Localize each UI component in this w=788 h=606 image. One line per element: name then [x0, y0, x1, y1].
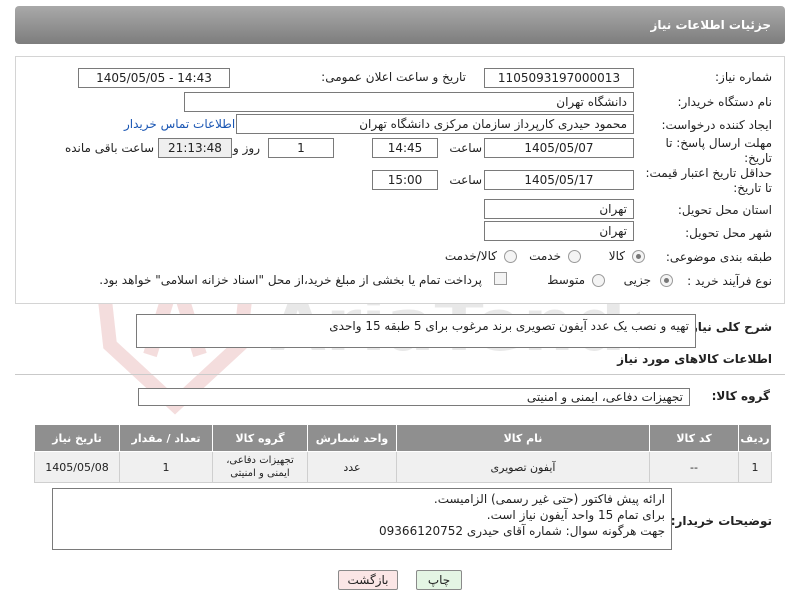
page-title: جزئیات اطلاعات نیاز	[650, 18, 771, 32]
treasury-docs-checkbox[interactable]	[494, 272, 507, 285]
process-type-label: نوع فرآیند خرید :	[687, 274, 772, 288]
col-name: نام کالا	[396, 424, 650, 452]
buyer-notes-line-1: ارائه پیش فاکتور (حتی غیر رسمی) الزامیست…	[433, 492, 665, 506]
province-label: استان محل تحویل:	[677, 203, 772, 217]
creator-label: ایجاد کننده درخواست:	[661, 118, 772, 132]
goods-group-label: گروه کالا:	[711, 389, 770, 403]
table-row: 1 -- آیفون تصویری عدد تجهیزات دفاعی، ایم…	[34, 451, 772, 483]
goods-section-divider	[15, 374, 785, 375]
price-validity-label: حداقل تاریخ اعتبار قیمت: تا تاریخ:	[645, 166, 772, 195]
creator-field[interactable]: محمود حیدری کارپرداز سازمان مرکزی دانشگا…	[236, 114, 634, 134]
category-goods-radio[interactable]	[632, 250, 645, 263]
city-field[interactable]: تهران	[484, 221, 634, 241]
announce-datetime-field[interactable]: 1405/05/05 - 14:43	[78, 68, 230, 88]
reply-date-field[interactable]: 1405/05/07	[484, 138, 634, 158]
category-service-radio[interactable]	[568, 250, 581, 263]
remaining-days-field[interactable]: 1	[268, 138, 334, 158]
goods-group-field[interactable]: تجهیزات دفاعی، ایمنی و امنیتی	[138, 388, 690, 406]
process-medium-label: متوسط	[547, 273, 585, 287]
print-button[interactable]: چاپ	[416, 570, 462, 590]
price-validity-time-field[interactable]: 15:00	[372, 170, 438, 190]
goods-table-header: ردیف کد کالا نام کالا واحد شمارش گروه کا…	[34, 424, 772, 452]
col-quantity: تعداد / مقدار	[119, 424, 213, 452]
back-button[interactable]: بازگشت	[338, 570, 398, 590]
buyer-org-field[interactable]: دانشگاه تهران	[184, 92, 634, 112]
buyer-org-label: نام دستگاه خریدار:	[677, 95, 773, 109]
process-medium-radio[interactable]	[592, 274, 605, 287]
col-code: کد کالا	[649, 424, 739, 452]
col-unit: واحد شمارش	[307, 424, 397, 452]
goods-section-title: اطلاعات کالاهای مورد نیاز	[617, 352, 772, 366]
summary-textarea[interactable]: تهیه و نصب یک عدد آیفون تصویری برند مرغو…	[136, 314, 696, 348]
category-goods-label: کالا	[608, 249, 625, 263]
col-group: گروه کالا	[212, 424, 308, 452]
need-number-field[interactable]: 1105093197000013	[484, 68, 634, 88]
remaining-time-field: 21:13:48	[158, 138, 232, 158]
cell-code: --	[649, 451, 739, 483]
cell-name: آیفون تصویری	[396, 451, 650, 483]
goods-table: ردیف کد کالا نام کالا واحد شمارش گروه کا…	[34, 424, 772, 483]
province-field[interactable]: تهران	[484, 199, 634, 219]
col-row: ردیف	[738, 424, 772, 452]
reply-deadline-label: مهلت ارسال پاسخ: تا تاریخ:	[665, 136, 772, 165]
col-need-date: تاریخ نیاز	[34, 424, 120, 452]
reply-time-field[interactable]: 14:45	[372, 138, 438, 158]
need-number-label: شماره نیاز:	[715, 70, 772, 84]
buyer-notes-line-3: جهت هرگونه سوال: شماره آقای حیدری 093661…	[379, 524, 665, 538]
remaining-time-label: ساعت باقی مانده	[64, 141, 154, 155]
category-label: طبقه بندی موضوعی:	[665, 250, 772, 264]
price-validity-date-field[interactable]: 1405/05/17	[484, 170, 634, 190]
cell-group: تجهیزات دفاعی، ایمنی و امنیتی	[212, 451, 308, 483]
buyer-notes-line-2: برای تمام 15 واحد آیفون نیاز است.	[486, 508, 665, 522]
cell-unit: عدد	[307, 451, 397, 483]
category-goods-service-label: کالا/خدمت	[444, 249, 497, 263]
cell-need-date: 1405/05/08	[34, 451, 120, 483]
payment-note: پرداخت تمام یا بخشی از مبلغ خرید،از محل …	[99, 273, 482, 287]
buyer-notes-textarea[interactable]: ارائه پیش فاکتور (حتی غیر رسمی) الزامیست…	[52, 488, 672, 550]
city-label: شهر محل تحویل:	[685, 226, 772, 240]
days-label: روز و	[233, 141, 260, 155]
announce-datetime-label: تاریخ و ساعت اعلان عمومی:	[321, 70, 466, 84]
reply-time-label: ساعت	[449, 141, 482, 155]
summary-label: شرح کلی نیاز:	[686, 320, 772, 334]
buyer-notes-label: توضیحات خریدار:	[670, 514, 772, 528]
cell-row: 1	[738, 451, 772, 483]
process-partial-label: جزیی	[623, 273, 651, 287]
page-header: جزئیات اطلاعات نیاز	[15, 6, 785, 44]
category-goods-service-radio[interactable]	[504, 250, 517, 263]
category-service-label: خدمت	[529, 249, 561, 263]
process-partial-radio[interactable]	[660, 274, 673, 287]
price-validity-time-label: ساعت	[449, 173, 482, 187]
cell-quantity: 1	[119, 451, 213, 483]
buyer-contact-link[interactable]: اطلاعات تماس خریدار	[124, 117, 235, 131]
